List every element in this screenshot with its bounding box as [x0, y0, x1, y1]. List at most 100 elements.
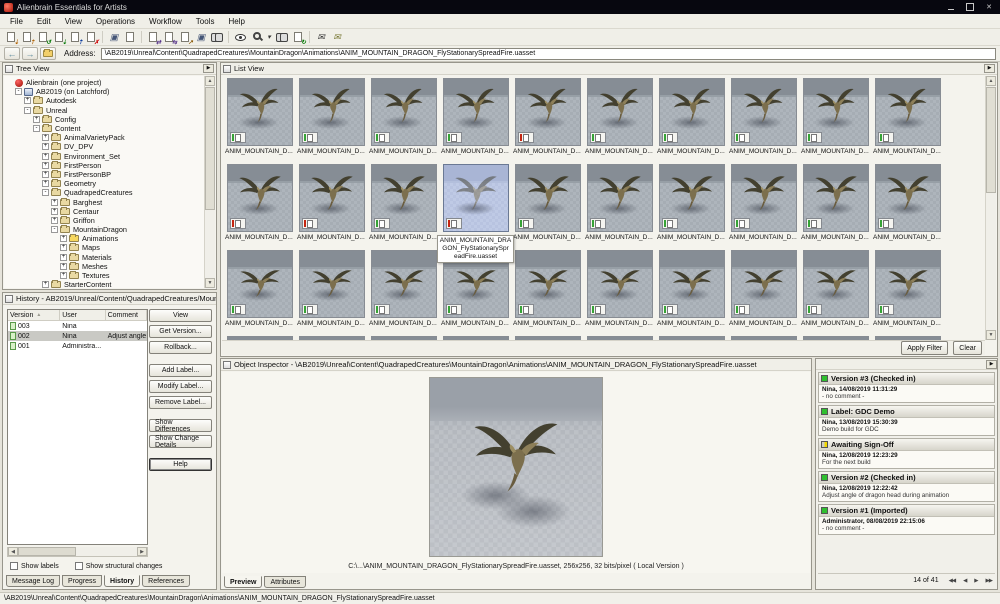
history-hscrollbar[interactable]: ◀ ▶ — [7, 547, 148, 557]
tree-item-materials[interactable]: +Materials — [6, 253, 204, 262]
expand-icon[interactable]: + — [60, 263, 67, 270]
column-header-user[interactable]: User — [60, 310, 105, 320]
last-page-icon[interactable]: ▶▶ — [986, 578, 992, 584]
address-input[interactable]: \AB2019\Unreal\Content\QuadrapedCreature… — [101, 48, 996, 60]
collapse-icon[interactable]: - — [42, 189, 49, 196]
get-version-button[interactable]: Get Version... — [149, 325, 212, 338]
asset-thumbnail[interactable]: ANIM_MOUNTAIN_D... — [440, 78, 512, 164]
tree-item-griffon[interactable]: +Griffon — [6, 216, 204, 225]
tree-view-panel-button[interactable]: ▶ — [203, 64, 214, 73]
expand-icon[interactable]: + — [51, 199, 58, 206]
asset-thumbnail[interactable]: ANIM_MOUNTAIN_D... — [800, 250, 872, 336]
tree-item-firstperson[interactable]: +FirstPerson — [6, 161, 204, 170]
asset-thumbnail[interactable]: ANIM_MOUNTAIN_D... — [872, 164, 944, 250]
undo-check-out-icon[interactable]: ↺ — [36, 30, 50, 44]
duplicate-icon[interactable]: ▣ — [107, 30, 121, 44]
scroll-thumb[interactable] — [18, 547, 76, 556]
search-icon[interactable] — [249, 30, 263, 44]
menu-view[interactable]: View — [58, 16, 89, 27]
tree-item-alienbrain-one-project[interactable]: Alienbrain (one project) — [6, 78, 204, 87]
add-label-button[interactable]: Add Label... — [149, 364, 212, 377]
expand-icon[interactable]: + — [51, 217, 58, 224]
help-button[interactable]: Help — [149, 458, 212, 471]
menu-tools[interactable]: Tools — [189, 16, 222, 27]
asset-thumbnail[interactable]: ANIM_MOUNTAIN_DRAGON_FlyStationarySpread… — [440, 164, 512, 250]
show-differences-button[interactable]: Show Differences — [149, 419, 212, 432]
move-items-icon[interactable]: ⇆ — [162, 30, 176, 44]
prev-page-icon[interactable]: ◀ — [963, 578, 966, 584]
tree-item-ab2019-on-latchford[interactable]: -AB2019 (on Latchford) — [6, 87, 204, 96]
show-change-details-button[interactable]: Show Change Details — [149, 435, 212, 448]
check-out-icon[interactable]: ⇣ — [4, 30, 18, 44]
tab-attributes[interactable]: Attributes — [264, 576, 306, 588]
expand-icon[interactable]: + — [51, 208, 58, 215]
expand-icon[interactable]: + — [60, 272, 67, 279]
refresh-status-icon[interactable]: ↻ — [291, 30, 305, 44]
scroll-right-icon[interactable]: ▶ — [137, 547, 147, 556]
asset-thumbnail[interactable]: ANIM_MOUNTAIN_D... — [368, 164, 440, 250]
tree-item-content[interactable]: -Content — [6, 124, 204, 133]
collapse-icon[interactable]: - — [51, 226, 58, 233]
tree-item-environment-set[interactable]: +Environment_Set — [6, 152, 204, 161]
get-latest-version-icon[interactable]: ⇣ — [52, 30, 66, 44]
version-card[interactable]: Version #2 (Checked in)Nina, 12/08/2019 … — [818, 471, 995, 502]
apply-filter-button[interactable]: Apply Filter — [901, 341, 948, 355]
collapse-icon[interactable]: - — [15, 88, 22, 95]
export-items-icon[interactable]: ↗ — [178, 30, 192, 44]
tree-item-quadrapedcreatures[interactable]: -QuadrapedCreatures — [6, 188, 204, 197]
tree-item-geometry[interactable]: +Geometry — [6, 179, 204, 188]
asset-thumbnail[interactable]: ANIM_MOUNTAIN_D... — [656, 250, 728, 336]
tree-item-meshes[interactable]: +Meshes — [6, 262, 204, 271]
tab-history[interactable]: History — [104, 575, 140, 587]
up-folder-button[interactable] — [40, 47, 56, 60]
tree-item-config[interactable]: +Config — [6, 115, 204, 124]
tree-item-animalvarietypack[interactable]: +AnimalVarietyPack — [6, 133, 204, 142]
minimize-button[interactable] — [946, 2, 956, 12]
version-card[interactable]: Version #3 (Checked in)Nina, 14/08/2019 … — [818, 372, 995, 403]
scroll-down-icon[interactable]: ▼ — [986, 330, 996, 340]
expand-icon[interactable]: + — [42, 143, 49, 150]
first-page-icon[interactable]: ◀◀ — [949, 578, 955, 584]
tree-item-startercontent[interactable]: +StarterContent — [6, 280, 204, 288]
scroll-thumb[interactable] — [205, 87, 215, 210]
list-scrollbar[interactable]: ▲ ▼ — [985, 76, 996, 340]
asset-thumbnail[interactable]: ANIM_MOUNTAIN_D... — [800, 164, 872, 250]
tree-item-textures[interactable]: +Textures — [6, 271, 204, 280]
tree-item-dv-dpv[interactable]: +DV_DPV — [6, 142, 204, 151]
tree-item-barghest[interactable]: +Barghest — [6, 197, 204, 206]
show-labels-checkbox[interactable]: Show labels — [10, 562, 59, 570]
forward-button[interactable]: → — [22, 47, 38, 60]
tree-item-animations[interactable]: +Animations — [6, 234, 204, 243]
scroll-left-icon[interactable]: ◀ — [8, 547, 18, 556]
show-structural-changes-checkbox[interactable]: Show structural changes — [75, 562, 163, 570]
expand-icon[interactable]: + — [60, 235, 67, 242]
asset-thumbnail[interactable]: ANIM_MOUNTAIN_D... — [224, 164, 296, 250]
list-view-panel-button[interactable]: ▶ — [984, 64, 995, 73]
menu-file[interactable]: File — [3, 16, 30, 27]
column-header-version[interactable]: Version▲ — [8, 310, 60, 320]
asset-thumbnail[interactable]: ANIM_MOUNTAIN_D... — [512, 250, 584, 336]
tree-scrollbar[interactable]: ▲ ▼ — [204, 76, 215, 288]
asset-thumbnail[interactable]: ANIM_MOUNTAIN_D... — [224, 250, 296, 336]
history-row[interactable]: 001Administra... — [8, 341, 147, 351]
column-header-comment[interactable]: Comment — [106, 310, 147, 320]
tree-item-unreal[interactable]: -Unreal — [6, 106, 204, 115]
expand-icon[interactable]: + — [42, 171, 49, 178]
version-card[interactable]: Label: GDC DemoNina, 13/08/2019 15:30:39… — [818, 405, 995, 436]
expand-icon[interactable]: + — [42, 134, 49, 141]
asset-thumbnail[interactable]: ANIM_MOUNTAIN_D... — [296, 78, 368, 164]
back-button[interactable]: ← — [4, 47, 20, 60]
asset-thumbnail[interactable]: ANIM_MOUNTAIN_D... — [584, 164, 656, 250]
tab-progress[interactable]: Progress — [62, 575, 102, 587]
modify-label-button[interactable]: Modify Label... — [149, 380, 212, 393]
mail-settings-icon[interactable]: ✉ — [330, 30, 344, 44]
import-items-icon[interactable]: ▣ — [194, 30, 208, 44]
rollback-button[interactable]: Rollback... — [149, 341, 212, 354]
scroll-up-icon[interactable]: ▲ — [205, 76, 215, 86]
remove-label-button[interactable]: Remove Label... — [149, 396, 212, 409]
menu-help[interactable]: Help — [221, 16, 251, 27]
expand-icon[interactable]: + — [24, 97, 31, 104]
asset-thumbnail[interactable]: ANIM_MOUNTAIN_D... — [296, 164, 368, 250]
view-button[interactable]: View — [149, 309, 212, 322]
asset-thumbnail[interactable]: ANIM_MOUNTAIN_D... — [728, 164, 800, 250]
